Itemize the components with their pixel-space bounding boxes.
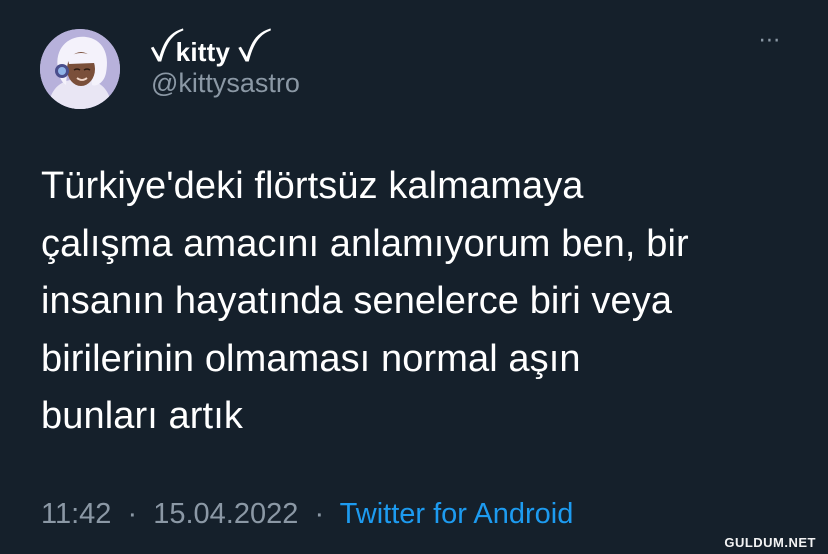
more-horizontal-icon: ⋯ bbox=[758, 27, 782, 52]
meta-separator: · bbox=[314, 498, 325, 530]
avatar[interactable] bbox=[40, 29, 120, 109]
tweet-date[interactable]: 15.04.2022 bbox=[153, 498, 298, 530]
user-handle[interactable]: @kittysastro bbox=[151, 68, 300, 99]
meta-separator: · bbox=[127, 498, 138, 530]
tweet-text: Türkiye'deki flörtsüz kalmamaya çalışma … bbox=[41, 165, 689, 437]
tweet-source-link[interactable]: Twitter for Android bbox=[340, 498, 574, 530]
avatar-image bbox=[40, 29, 120, 109]
tweet-meta: 11:42 · 15.04.2022 · Twitter for Android bbox=[41, 498, 573, 531]
more-options-button[interactable]: ⋯ bbox=[752, 27, 788, 54]
tweet-time[interactable]: 11:42 bbox=[41, 498, 111, 530]
tweet-card: ꪜ kitty ꪜ @kittysastro ⋯ Türkiye'deki fl… bbox=[0, 0, 828, 554]
watermark: GULDUM.NET bbox=[724, 535, 816, 550]
